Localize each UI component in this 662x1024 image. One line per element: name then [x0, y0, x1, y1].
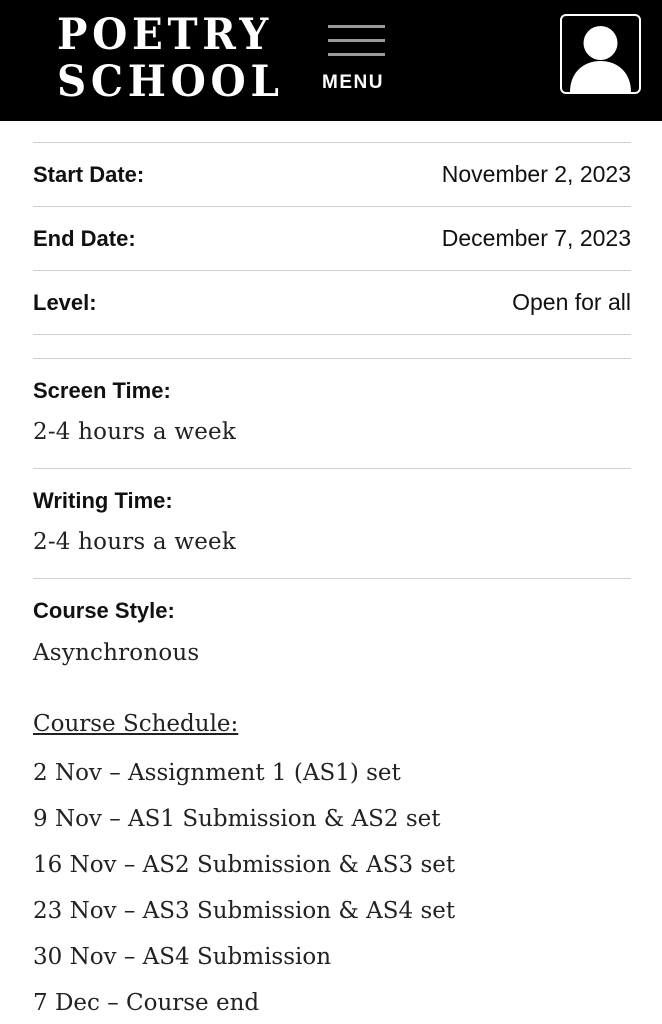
course-style-label: Course Style: [33, 598, 175, 623]
level-value: Open for all [512, 289, 631, 315]
schedule-item: 30 Nov – AS4 Submission [33, 944, 332, 970]
start-date-value: November 2, 2023 [441, 161, 631, 187]
menu-label: MENU [322, 72, 384, 93]
writing-time-label: Writing Time: [33, 488, 173, 513]
account-button[interactable] [560, 14, 641, 94]
divider [33, 468, 631, 469]
course-style-value: Asynchronous [33, 640, 200, 666]
divider [33, 206, 631, 207]
poetry-school-logo[interactable]: POETRY SCHOOL [57, 12, 284, 106]
menu-button[interactable]: MENU [318, 22, 388, 96]
schedule-item: 16 Nov – AS2 Submission & AS3 set [33, 852, 456, 878]
divider [33, 334, 631, 335]
hamburger-icon [328, 25, 385, 57]
divider [33, 270, 631, 271]
screen-time-value: 2-4 hours a week [33, 419, 237, 445]
course-schedule-list: 2 Nov – Assignment 1 (AS1) set 9 Nov – A… [33, 756, 455, 1024]
screen-time-label: Screen Time: [33, 378, 171, 403]
divider [33, 358, 631, 359]
schedule-item: 23 Nov – AS3 Submission & AS4 set [33, 898, 456, 924]
divider [33, 578, 631, 579]
level-label: Level: [33, 290, 97, 315]
logo-line-1: POETRY [57, 10, 273, 60]
schedule-item: 9 Nov – AS1 Submission & AS2 set [33, 806, 441, 832]
site-header: POETRY SCHOOL MENU [0, 0, 662, 121]
end-date-label: End Date: [33, 226, 136, 251]
user-icon [570, 26, 631, 92]
divider [33, 142, 631, 143]
start-date-label: Start Date: [33, 162, 145, 187]
schedule-item: 7 Dec – Course end [33, 990, 260, 1016]
end-date-value: December 7, 2023 [441, 225, 631, 251]
schedule-item: 2 Nov – Assignment 1 (AS1) set [33, 760, 401, 786]
logo-line-2: SCHOOL [57, 57, 284, 107]
writing-time-value: 2-4 hours a week [33, 529, 237, 555]
course-schedule-title: Course Schedule: [33, 711, 239, 737]
